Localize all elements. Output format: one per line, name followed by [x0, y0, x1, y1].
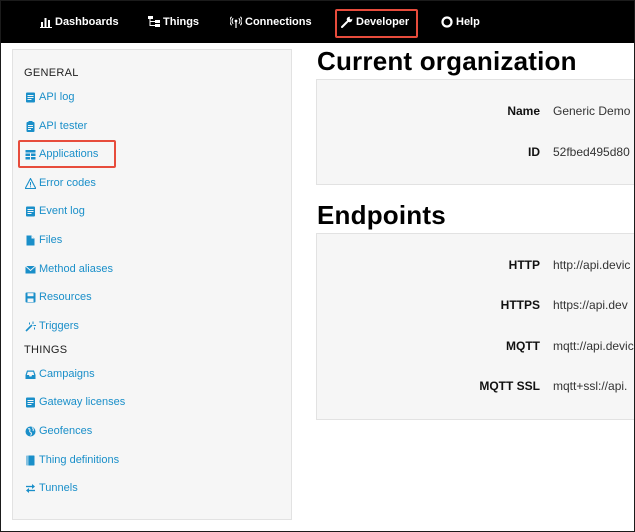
sidebar-item-thing-definitions-label: Thing definitions [39, 454, 120, 466]
organization-panel: Name Generic Demo ID 52fbed495d80 [316, 79, 634, 185]
save-icon [25, 292, 36, 302]
lifebuoy-icon [441, 16, 453, 28]
sidebar-item-method-aliases-label: Method aliases [39, 263, 113, 275]
exchange-icon [26, 483, 35, 493]
sidebar-item-method-aliases[interactable]: Method aliases [25, 261, 113, 277]
sidebar-item-api-log[interactable]: API log [25, 89, 74, 105]
app-window: Dashboards Things Connections Developer … [1, 1, 634, 531]
warning-icon [25, 177, 36, 189]
sidebar: GENERAL API log API tester Applications … [12, 49, 292, 520]
file-icon [26, 235, 35, 245]
envelope-icon [25, 265, 36, 273]
sidebar-item-error-codes[interactable]: Error codes [25, 175, 96, 191]
event-log-icon [26, 206, 35, 216]
endpoint-mqtt-ssl-label: MQTT SSL [479, 379, 540, 393]
sidebar-item-tunnels-label: Tunnels [39, 482, 78, 494]
sidebar-item-campaigns-label: Campaigns [39, 368, 95, 380]
developer-highlight-box [335, 9, 418, 38]
sidebar-item-files-label: Files [39, 234, 63, 246]
organization-title: Current organization [317, 46, 577, 76]
sidebar-item-event-log-label: Event log [39, 205, 85, 217]
sidebar-item-event-log[interactable]: Event log [25, 203, 85, 219]
nav-help[interactable]: Help [441, 14, 480, 30]
sidebar-item-resources-label: Resources [39, 291, 92, 303]
sidebar-item-thing-definitions[interactable]: Thing definitions [25, 452, 119, 468]
organization-id-value: 52fbed495d80 [553, 145, 630, 159]
nav-help-label: Help [456, 16, 480, 28]
endpoint-mqtt-ssl-value: mqtt+ssl://api. [553, 379, 628, 393]
endpoint-mqtt-label: MQTT [506, 339, 540, 353]
sidebar-item-tunnels[interactable]: Tunnels [25, 480, 78, 496]
sidebar-item-resources[interactable]: Resources [25, 289, 92, 305]
sidebar-item-triggers-label: Triggers [39, 320, 79, 332]
nav-things-label: Things [163, 16, 200, 28]
organization-id-label: ID [528, 145, 540, 159]
sidebar-item-triggers[interactable]: Triggers [25, 318, 79, 334]
sidebar-item-gateway-licenses-label: Gateway licenses [39, 396, 126, 408]
license-icon [26, 397, 35, 407]
endpoint-https-label: HTTPS [500, 298, 540, 312]
top-navigation: Dashboards Things Connections Developer … [1, 1, 634, 43]
sidebar-item-error-codes-label: Error codes [39, 177, 96, 189]
book-icon [26, 455, 35, 465]
endpoint-http-value: http://api.devic [553, 258, 631, 272]
endpoint-mqtt-value: mqtt://api.devic [553, 339, 634, 353]
nav-things[interactable]: Things [148, 14, 199, 30]
clipboard-icon [26, 120, 35, 132]
inbox-icon [25, 370, 36, 379]
globe-icon [25, 426, 36, 436]
hierarchy-icon [148, 16, 160, 27]
magic-wand-icon [25, 321, 36, 332]
sidebar-item-geofences[interactable]: Geofences [25, 423, 92, 439]
sidebar-heading-things: THINGS [24, 344, 68, 356]
organization-name-label: Name [507, 104, 540, 118]
nav-connections[interactable]: Connections [230, 14, 312, 30]
sidebar-heading-general: GENERAL [24, 67, 79, 79]
sidebar-item-api-tester-label: API tester [39, 120, 88, 132]
broadcast-icon [230, 16, 242, 28]
sidebar-item-campaigns[interactable]: Campaigns [25, 366, 95, 382]
sidebar-item-api-log-label: API log [39, 91, 75, 103]
endpoints-panel: HTTP http://api.devic HTTPS https://api.… [316, 233, 634, 420]
sidebar-item-files[interactable]: Files [25, 232, 62, 248]
endpoints-title: Endpoints [317, 200, 446, 230]
nav-connections-label: Connections [245, 16, 312, 28]
endpoint-https-value: https://api.dev [553, 298, 628, 312]
applications-highlight-box [18, 140, 116, 168]
sidebar-item-geofences-label: Geofences [39, 425, 93, 437]
sidebar-item-gateway-licenses[interactable]: Gateway licenses [25, 394, 125, 410]
nav-dashboards-label: Dashboards [55, 16, 119, 28]
nav-dashboards[interactable]: Dashboards [40, 14, 119, 30]
sidebar-item-api-tester[interactable]: API tester [25, 118, 87, 134]
bar-chart-icon [40, 18, 52, 28]
log-icon [26, 92, 35, 102]
organization-name-value: Generic Demo [553, 104, 631, 118]
endpoint-http-label: HTTP [508, 258, 540, 272]
